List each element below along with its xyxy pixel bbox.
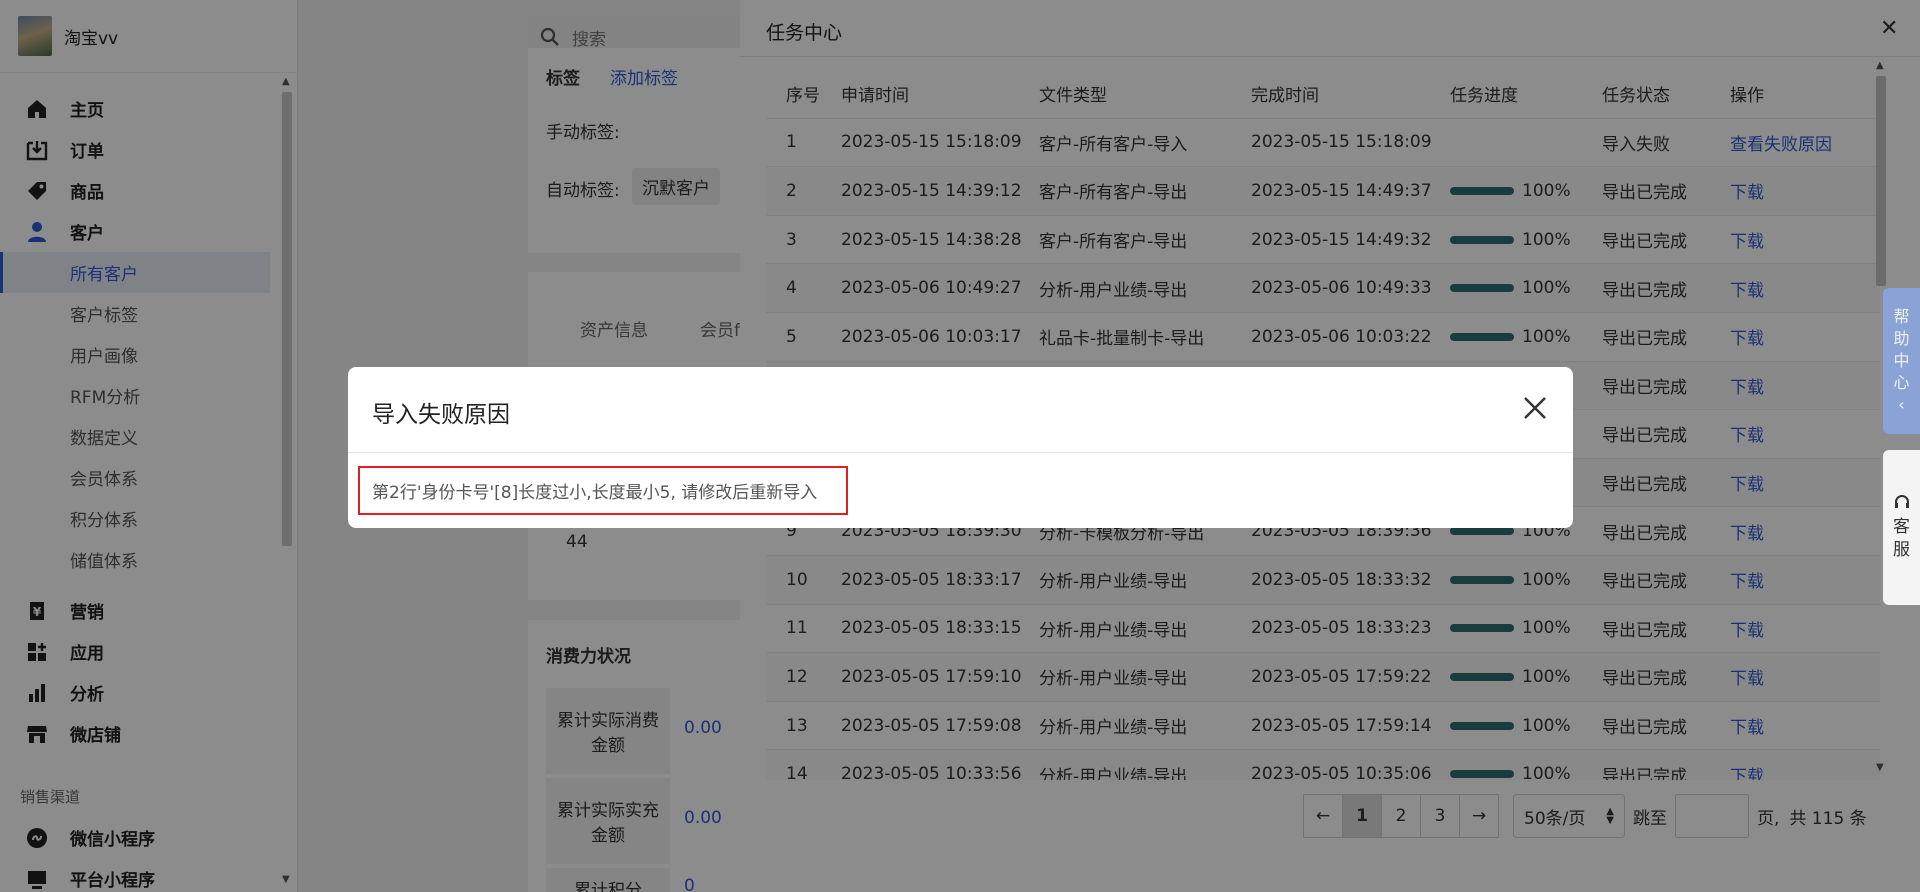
customer-service-tab[interactable]: 客 服: [1883, 450, 1920, 605]
help-tab-char: 中: [1893, 351, 1910, 370]
close-icon[interactable]: [1520, 393, 1550, 423]
service-tab-char: 服: [1893, 539, 1910, 560]
failure-message: 第2行'身份卡号'[8]长度过小,长度最小5, 请修改后重新导入: [358, 466, 848, 515]
service-tab-char: 客: [1893, 516, 1910, 537]
import-failure-modal: 导入失败原因 第2行'身份卡号'[8]长度过小,长度最小5, 请修改后重新导入: [348, 367, 1573, 528]
modal-divider: [348, 452, 1573, 453]
help-tab-char: 帮: [1893, 307, 1910, 326]
headset-icon: [1894, 494, 1909, 508]
help-center-tab[interactable]: 帮 助 中 心 ‹: [1883, 288, 1920, 434]
chevron-left-icon: ‹: [1898, 395, 1905, 414]
modal-title: 导入失败原因: [372, 402, 510, 428]
help-tab-char: 助: [1893, 329, 1910, 348]
help-tab-char: 心: [1893, 373, 1910, 392]
